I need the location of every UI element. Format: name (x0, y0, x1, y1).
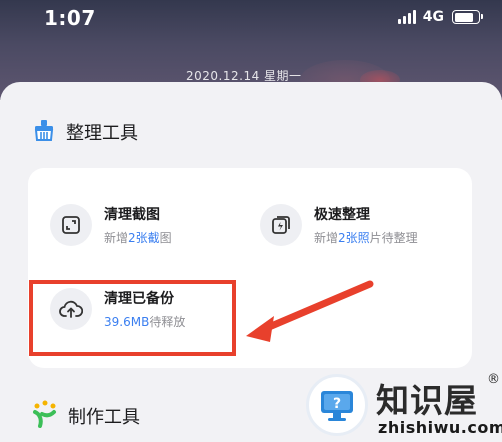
annotation-highlight-box (29, 280, 236, 356)
tool-title: 极速整理 (314, 207, 370, 223)
watermark-logo-icon: ? (306, 374, 368, 436)
signal-icon (397, 10, 416, 24)
organize-tools-title: 整理工具 (66, 123, 138, 144)
flash-icon (260, 204, 302, 246)
watermark: ? 知识屋 ® zhishiwu.com (302, 370, 502, 442)
watermark-registered: ® (487, 372, 500, 387)
battery-icon (452, 10, 483, 24)
watermark-domain: zhishiwu.com (378, 418, 502, 437)
status-bar: 1:07 4G (0, 0, 502, 36)
svg-text:?: ? (333, 396, 341, 412)
sparkle-icon (32, 400, 58, 432)
make-tools-header: 制作工具 (32, 400, 140, 432)
annotation-arrow (246, 280, 374, 342)
screenshot-icon (50, 204, 92, 246)
tool-subtitle: 新增2张截图 (104, 231, 172, 245)
tool-subtitle: 新增2张照片待整理 (314, 231, 418, 245)
organize-tools-header: 整理工具 (32, 118, 138, 146)
status-time: 1:07 (44, 6, 96, 30)
tool-title: 清理截图 (104, 207, 160, 223)
tool-clean-screenshots[interactable]: 清理截图 新增2张截图 (50, 204, 172, 246)
broom-icon (32, 118, 56, 146)
watermark-name: 知识屋 (376, 381, 478, 420)
status-indicators: 4G (397, 9, 483, 25)
network-type: 4G (422, 9, 444, 25)
make-tools-title: 制作工具 (68, 407, 140, 428)
tool-quick-organize[interactable]: 极速整理 新增2张照片待整理 (260, 204, 418, 246)
